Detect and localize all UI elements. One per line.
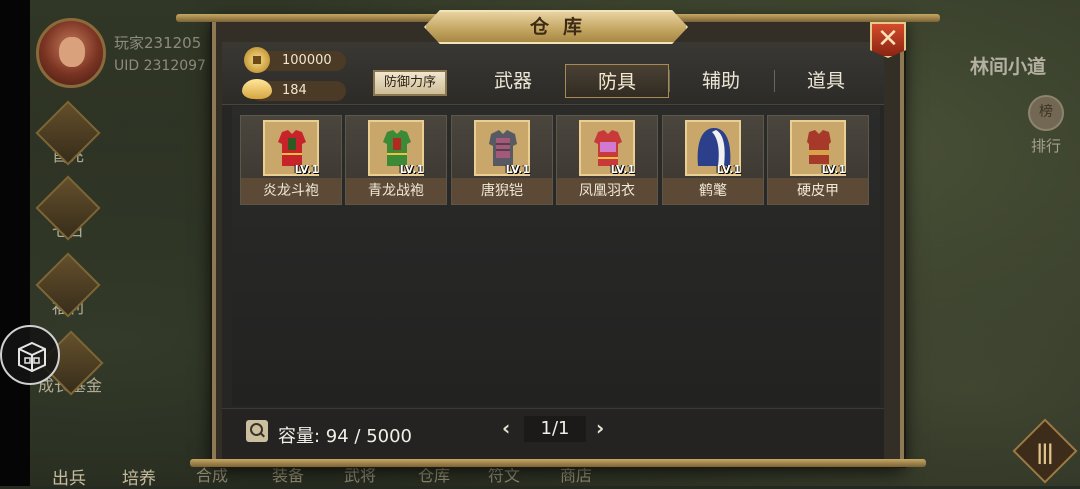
- item-level: LV.1: [294, 163, 319, 176]
- player-avatar[interactable]: [36, 18, 106, 88]
- gold-ingot-icon: [242, 79, 272, 99]
- left-edge-bar: [0, 0, 30, 486]
- nav-deploy[interactable]: 出兵: [52, 464, 86, 489]
- item-icon-frame: LV.1: [685, 120, 741, 176]
- copper-balance: 100000: [244, 47, 346, 73]
- tab-weapons[interactable]: 武器: [461, 64, 565, 98]
- item-icon-frame: LV.1: [263, 120, 319, 176]
- ranking-label: 排行: [1030, 137, 1061, 155]
- gold-balance: 184: [242, 79, 346, 101]
- item-level: LV.1: [505, 163, 530, 176]
- item-level: LV.1: [716, 163, 741, 176]
- tab-armor[interactable]: 防具: [565, 64, 669, 98]
- next-page-button[interactable]: ›: [596, 416, 604, 440]
- area-name: 林间小道: [970, 56, 1047, 78]
- item-name: 唐猊铠: [452, 178, 552, 204]
- tab-auxiliary[interactable]: 辅助: [669, 64, 773, 98]
- item-icon-frame: LV.1: [368, 120, 424, 176]
- item-icon-frame: LV.1: [579, 120, 635, 176]
- first-recharge-button[interactable]: 首充: [35, 100, 101, 166]
- menu-icon: |||: [1036, 440, 1054, 464]
- item-name: 凤凰羽衣: [557, 178, 657, 204]
- item-slot[interactable]: LV.1 炎龙斗袍: [240, 115, 342, 205]
- rank-badge-text: 榜: [1039, 104, 1053, 120]
- prev-page-button[interactable]: ‹: [502, 416, 510, 440]
- item-level: LV.1: [821, 163, 846, 176]
- copper-amount: 100000: [282, 53, 332, 68]
- page-indicator: 1/1: [524, 416, 586, 442]
- welfare-button[interactable]: 福利: [35, 252, 101, 318]
- item-slot[interactable]: LV.1 鹤氅: [662, 115, 764, 205]
- item-slot[interactable]: LV.1 凤凰羽衣: [556, 115, 658, 205]
- player-uid: UID 2312097: [114, 58, 206, 74]
- tab-props[interactable]: 道具: [774, 64, 878, 98]
- rank-badge-icon: 榜: [1028, 95, 1064, 131]
- float-assistant-button[interactable]: [0, 325, 60, 385]
- item-slot[interactable]: LV.1 唐猊铠: [451, 115, 553, 205]
- player-name: 玩家231205: [114, 34, 202, 52]
- item-slot[interactable]: LV.1 青龙战袍: [345, 115, 447, 205]
- item-name: 鹤氅: [663, 178, 763, 204]
- item-icon-frame: LV.1: [790, 120, 846, 176]
- dialog-title-plate: 仓库: [424, 10, 688, 44]
- close-icon: ✕: [877, 24, 899, 54]
- dialog-bottom-trim: [190, 459, 926, 467]
- item-name: 硬皮甲: [768, 178, 868, 204]
- gold-amount: 184: [282, 83, 307, 98]
- item-level: LV.1: [610, 163, 635, 176]
- box-icon: [18, 341, 46, 373]
- item-icon-frame: LV.1: [474, 120, 530, 176]
- item-name: 炎龙斗袍: [241, 178, 341, 204]
- item-name: 青龙战袍: [346, 178, 446, 204]
- item-level: LV.1: [399, 163, 424, 176]
- sort-defense-button[interactable]: 防御力序: [373, 70, 447, 96]
- copper-coin-icon: [244, 47, 270, 73]
- dialog-title: 仓库: [529, 16, 596, 38]
- search-icon[interactable]: [246, 420, 268, 442]
- item-slot[interactable]: LV.1 硬皮甲: [767, 115, 869, 205]
- seven-day-button[interactable]: 七日: [35, 175, 101, 241]
- capacity-label: 容量: 94 / 5000: [278, 426, 413, 447]
- nav-train[interactable]: 培养: [122, 464, 156, 489]
- ranking-button[interactable]: 榜 排行: [1020, 95, 1072, 156]
